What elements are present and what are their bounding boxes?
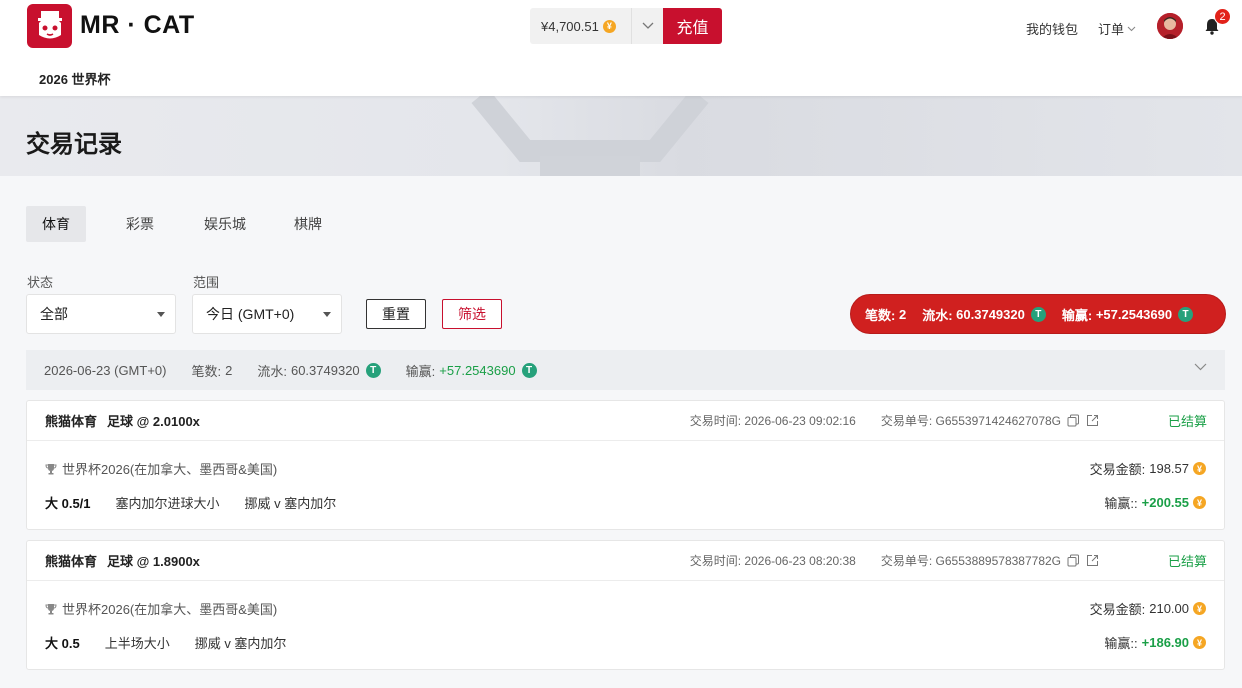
- cat-logo-icon[interactable]: [27, 4, 72, 48]
- league-name: 世界杯2026(在加拿大、墨西哥&美国): [45, 459, 277, 478]
- usdt-coin-icon: T: [1030, 306, 1046, 322]
- chevron-down-icon: [1127, 26, 1136, 31]
- order-number: G6553889578387782G: [935, 553, 1061, 568]
- summary-count: 笔数: 2: [865, 306, 907, 323]
- trophy-icon: [45, 603, 57, 614]
- chevron-down-icon[interactable]: [631, 8, 663, 44]
- caret-down-icon: [157, 312, 165, 317]
- day-summary-row[interactable]: 2026-06-23 (GMT+0) 笔数: 2 流水: 60.3749320 T …: [26, 350, 1225, 390]
- bet-match: 挪威 v 塞内加尔: [194, 636, 287, 651]
- notification-badge: 2: [1214, 8, 1231, 25]
- usdt-coin-icon: T: [365, 362, 381, 378]
- transaction-body: 世界杯2026(在加拿大、墨西哥&美国) 大 0.5 上半场大小 挪威 v 塞内…: [27, 581, 1224, 669]
- orders-label: 订单: [1098, 22, 1125, 37]
- status-badge: 已结算: [1167, 554, 1207, 569]
- main-content: 体育 彩票 娱乐城 棋牌 状态 全部 范围 今日 (GMT+0) 重置 筛选 笔…: [0, 176, 1242, 688]
- top-header: MR · CAT 2026 世界杯 ¥4,700.51 ¥ 充值 我的钱包 订单…: [0, 0, 1242, 96]
- avatar[interactable]: [1157, 13, 1183, 39]
- transaction-amount: 交易金额: 210.00 ¥: [1090, 599, 1206, 618]
- reset-button[interactable]: 重置: [366, 299, 426, 329]
- gold-coin-icon: ¥: [1193, 602, 1206, 615]
- balance-value: ¥4,700.51: [541, 18, 599, 34]
- day-count: 笔数: 2: [191, 362, 233, 379]
- external-link-icon[interactable]: [1086, 554, 1099, 567]
- transaction-winloss: 输赢:: +200.55 ¥: [1104, 493, 1206, 512]
- bet-market: 上半场大小: [104, 636, 170, 651]
- summary-turnover: 流水: 60.3749320 T: [922, 305, 1046, 324]
- order-number: G6553971424627078G: [935, 413, 1061, 428]
- range-select-value: 今日 (GMT+0): [206, 306, 295, 322]
- nav-world-cup[interactable]: 2026 世界杯: [39, 69, 111, 88]
- status-select[interactable]: 全部: [26, 294, 176, 334]
- my-wallet-link[interactable]: 我的钱包: [1026, 19, 1078, 38]
- transaction-winloss: 输赢:: +186.90 ¥: [1104, 633, 1206, 652]
- tab-casino[interactable]: 娱乐城: [194, 206, 256, 242]
- day-date: 2026-06-23 (GMT+0): [44, 362, 167, 378]
- status-select-value: 全部: [40, 306, 68, 322]
- transaction-time: 2026-06-23 08:20:38: [744, 553, 856, 568]
- external-link-icon[interactable]: [1086, 414, 1099, 427]
- bet-match: 挪威 v 塞内加尔: [244, 496, 337, 511]
- page-title: 交易记录: [26, 131, 122, 158]
- usdt-coin-icon: T: [521, 362, 537, 378]
- bet-market: 塞内加尔进球大小: [115, 496, 220, 511]
- trophy-background-icon: [471, 96, 709, 176]
- status-badge: 已结算: [1167, 414, 1207, 429]
- balance-display[interactable]: ¥4,700.51 ¥: [530, 8, 663, 44]
- page-banner: 交易记录: [0, 96, 1242, 176]
- transaction-body: 世界杯2026(在加拿大、墨西哥&美国) 大 0.5/1 塞内加尔进球大小 挪威…: [27, 441, 1224, 529]
- chevron-down-icon[interactable]: [1194, 363, 1207, 371]
- transaction-card: 熊猫体育 足球 @ 1.8900x 交易时间: 2026-06-23 08:20…: [26, 540, 1225, 670]
- day-winloss: 输赢: +57.2543690 T: [406, 361, 537, 380]
- filter-button[interactable]: 筛选: [442, 299, 502, 329]
- copy-icon[interactable]: [1067, 554, 1080, 567]
- day-turnover: 流水: 60.3749320 T: [257, 361, 381, 380]
- summary-winloss: 输赢: +57.2543690 T: [1062, 305, 1194, 324]
- bet-selection: 大 0.5: [45, 636, 80, 651]
- recharge-button[interactable]: 充值: [663, 8, 722, 44]
- transaction-meta: 交易时间: 2026-06-23 09:02:16 交易单号: G6553971…: [690, 412, 1099, 429]
- transaction-time: 2026-06-23 09:02:16: [744, 413, 856, 428]
- provider-name: 熊猫体育: [45, 414, 98, 429]
- brand-name[interactable]: MR · CAT: [80, 11, 195, 40]
- gold-coin-icon: ¥: [1193, 636, 1206, 649]
- range-select[interactable]: 今日 (GMT+0): [192, 294, 342, 334]
- summary-pill: 笔数: 2 流水: 60.3749320 T 输赢: +57.2543690 T: [850, 294, 1226, 334]
- tab-sports[interactable]: 体育: [26, 206, 86, 242]
- transaction-meta: 交易时间: 2026-06-23 08:20:38 交易单号: G6553889…: [690, 552, 1099, 569]
- provider-name: 熊猫体育: [45, 554, 98, 569]
- sport-odds: 足球 @ 2.0100x: [107, 414, 200, 429]
- caret-down-icon: [323, 312, 331, 317]
- status-label: 状态: [27, 275, 54, 290]
- bet-pick: 大 0.5/1 塞内加尔进球大小 挪威 v 塞内加尔: [45, 493, 336, 512]
- transaction-card: 熊猫体育 足球 @ 2.0100x 交易时间: 2026-06-23 09:02…: [26, 400, 1225, 530]
- transaction-header: 熊猫体育 足球 @ 2.0100x 交易时间: 2026-06-23 09:02…: [27, 401, 1224, 441]
- copy-icon[interactable]: [1067, 414, 1080, 427]
- usdt-coin-icon: T: [1178, 306, 1194, 322]
- gold-coin-icon: ¥: [1193, 462, 1206, 475]
- trophy-icon: [45, 463, 57, 474]
- category-tabs: 体育 彩票 娱乐城 棋牌: [26, 206, 362, 242]
- gold-coin-icon: ¥: [1193, 496, 1206, 509]
- sport-odds: 足球 @ 1.8900x: [107, 554, 200, 569]
- bet-selection: 大 0.5/1: [45, 496, 91, 511]
- range-label: 范围: [193, 275, 220, 290]
- tab-lottery[interactable]: 彩票: [110, 206, 170, 242]
- transaction-amount: 交易金额: 198.57 ¥: [1090, 459, 1206, 478]
- orders-menu[interactable]: 订单: [1098, 19, 1136, 38]
- gold-coin-icon: ¥: [602, 19, 616, 33]
- tab-cards[interactable]: 棋牌: [278, 206, 338, 242]
- league-name: 世界杯2026(在加拿大、墨西哥&美国): [45, 599, 277, 618]
- bet-pick: 大 0.5 上半场大小 挪威 v 塞内加尔: [45, 633, 286, 652]
- transaction-header: 熊猫体育 足球 @ 1.8900x 交易时间: 2026-06-23 08:20…: [27, 541, 1224, 581]
